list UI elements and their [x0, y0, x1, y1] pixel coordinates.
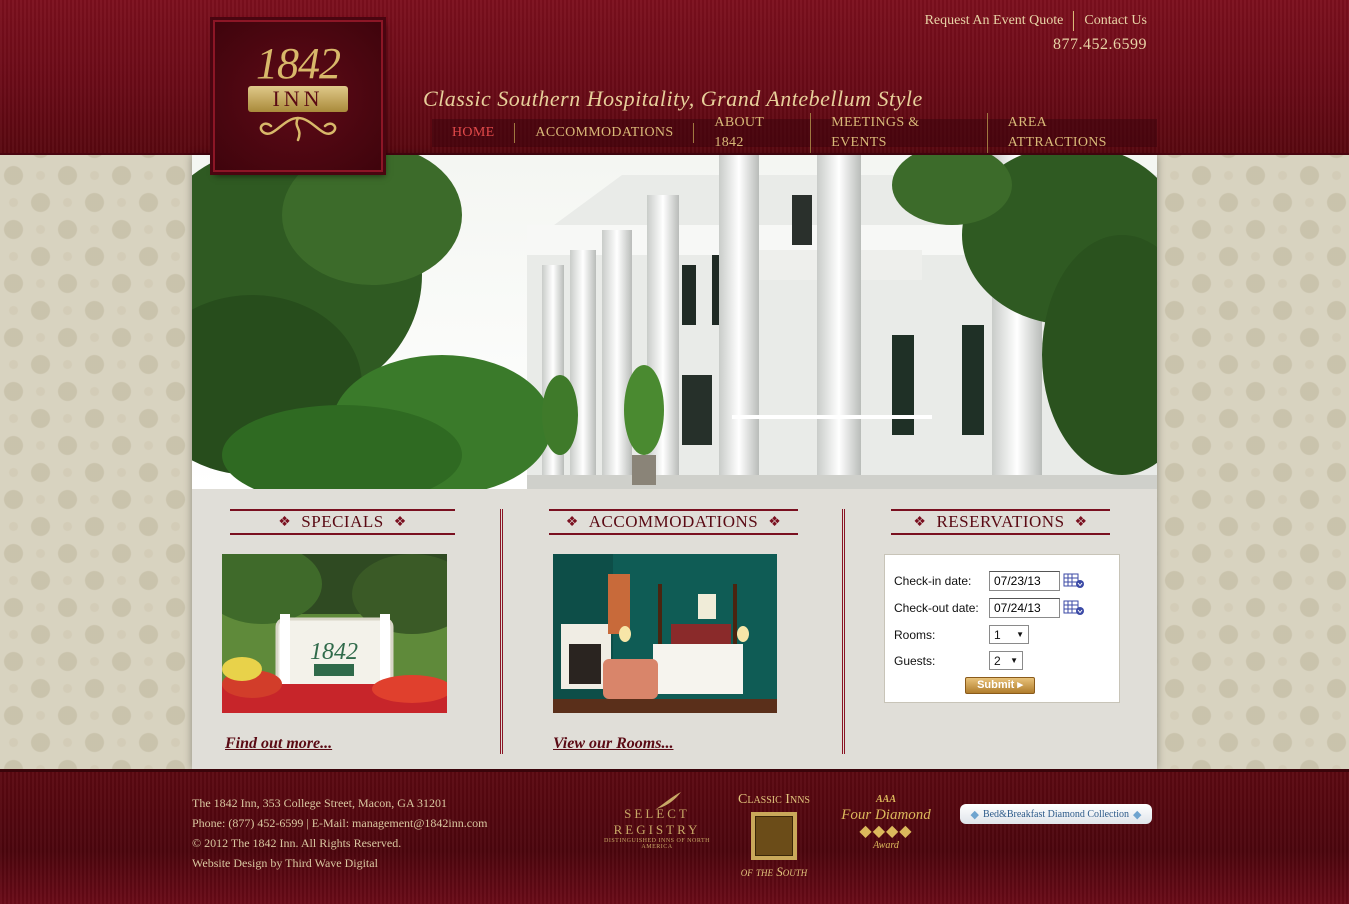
inn-sign-photo: 1842 [222, 554, 447, 713]
hero-image [192, 155, 1157, 489]
nav-home[interactable]: HOME [432, 123, 516, 143]
site-logo[interactable]: 1842 INN [213, 20, 383, 172]
checkout-label: Check-out date: [894, 601, 979, 615]
checkout-row: Check-out date: [894, 598, 1085, 618]
main-nav: HOME ACCOMMODATIONS ABOUT 1842 MEETINGS … [432, 113, 1157, 153]
ornament-icon: ❖ [565, 514, 579, 530]
site-header: Request An Event Quote Contact Us 877.45… [0, 0, 1349, 155]
ornament-icon: ❖ [393, 514, 407, 530]
rooms-row: Rooms: 1 ▼ [894, 625, 1029, 644]
aaa-label: AAA [875, 794, 896, 805]
accommodations-title: ACCOMMODATIONS [588, 512, 759, 531]
footer-credit[interactable]: Website Design by Third Wave Digital [192, 853, 487, 873]
rocking-chair-icon [751, 812, 797, 860]
main-content: ❖ SPECIALS ❖ 1842 Find out more... ❖ ACC… [192, 155, 1157, 769]
contact-us-link[interactable]: Contact Us [1074, 13, 1147, 29]
submit-label: Submit [977, 679, 1015, 691]
specials-photo[interactable]: 1842 [222, 554, 447, 713]
checkout-date-input[interactable] [989, 598, 1060, 618]
logo-name: INN [248, 86, 348, 112]
aaa-four-diamond-badge[interactable]: AAA Four Diamond ◆◆◆◆ Award [836, 794, 936, 851]
checkin-date-input[interactable] [989, 571, 1060, 591]
accommodations-photo[interactable] [553, 554, 777, 713]
column-divider [500, 509, 503, 754]
reservations-title: RESERVATIONS [936, 512, 1065, 531]
guest-room-photo [553, 554, 777, 713]
classic-inns-title: Classic Inns [738, 792, 810, 807]
nav-area-attractions[interactable]: AREA ATTRACTIONS [988, 113, 1157, 153]
ornament-icon: ❖ [1074, 514, 1088, 530]
checkin-label: Check-in date: [894, 574, 972, 588]
tagline: Classic Southern Hospitality, Grand Ante… [423, 86, 923, 111]
bb-diamond-collection-badge[interactable]: ◆ Bed&Breakfast Diamond Collection ◆ [960, 804, 1152, 824]
guests-select[interactable]: 2 ▼ [989, 651, 1023, 670]
ornament-icon: ❖ [913, 514, 927, 530]
submit-button[interactable]: Submit ▸ [965, 677, 1035, 694]
feather-icon [655, 792, 681, 810]
guests-value: 2 [994, 653, 1001, 668]
specials-find-out-more-link[interactable]: Find out more... [225, 735, 332, 753]
specials-title: SPECIALS [301, 512, 384, 531]
rooms-value: 1 [994, 627, 1001, 642]
ornament-icon: ❖ [768, 514, 782, 530]
svg-text:1842: 1842 [310, 639, 358, 665]
logo-swirl-icon [259, 116, 337, 142]
rooms-label: Rooms: [894, 627, 936, 642]
checkin-row: Check-in date: [894, 571, 1085, 591]
footer-info: The 1842 Inn, 353 College Street, Macon,… [192, 793, 487, 873]
accommodations-heading: ❖ ACCOMMODATIONS ❖ [549, 509, 798, 535]
chevron-down-icon: ▼ [1016, 630, 1024, 639]
classic-inns-badge[interactable]: Classic Inns of the South [730, 792, 818, 880]
footer-contact[interactable]: Phone: (877) 452-6599 | E-Mail: manageme… [192, 813, 487, 833]
nav-about[interactable]: ABOUT 1842 [694, 113, 812, 153]
nav-meetings-events[interactable]: MEETINGS & EVENTS [811, 113, 988, 153]
ornament-icon: ❖ [278, 514, 292, 530]
logo-year: 1842 [256, 39, 341, 88]
four-diamond-label: Four Diamond [841, 807, 931, 823]
award-label: Award [873, 840, 899, 851]
request-event-quote-link[interactable]: Request An Event Quote [915, 13, 1074, 29]
calendar-icon[interactable] [1063, 600, 1085, 616]
diamond-icon: ◆ [1133, 808, 1142, 821]
calendar-icon[interactable] [1063, 573, 1085, 589]
site-footer: The 1842 Inn, 353 College Street, Macon,… [0, 769, 1349, 904]
footer-address: The 1842 Inn, 353 College Street, Macon,… [192, 796, 447, 810]
guests-row: Guests: 2 ▼ [894, 651, 1023, 670]
bb-label: Bed&Breakfast Diamond Collection [982, 808, 1130, 820]
classic-inns-subtitle: of the South [740, 864, 808, 879]
reservation-form: Check-in date: Check-out date: [884, 554, 1120, 703]
specials-heading: ❖ SPECIALS ❖ [230, 509, 455, 535]
utility-links: Request An Event Quote Contact Us [915, 11, 1147, 31]
select-registry-badge[interactable]: SELECT REGISTRY DISTINGUISHED INNS OF NO… [601, 790, 713, 850]
chevron-down-icon: ▼ [1010, 656, 1018, 665]
diamond-icons: ◆◆◆◆ [859, 823, 913, 840]
select-registry-subtitle: DISTINGUISHED INNS OF NORTH AMERICA [604, 838, 710, 850]
nav-accommodations[interactable]: ACCOMMODATIONS [515, 123, 695, 143]
inn-facade-photo [192, 155, 1157, 489]
header-phone: 877.452.6599 [1053, 36, 1147, 53]
feature-panels: ❖ SPECIALS ❖ 1842 Find out more... ❖ ACC… [192, 489, 1157, 769]
footer-copyright: © 2012 The 1842 Inn. All Rights Reserved… [192, 836, 402, 850]
rooms-select[interactable]: 1 ▼ [989, 625, 1029, 644]
view-rooms-link[interactable]: View our Rooms... [553, 735, 673, 753]
diamond-icon: ◆ [970, 808, 979, 821]
guests-label: Guests: [894, 653, 936, 668]
reservations-heading: ❖ RESERVATIONS ❖ [891, 509, 1110, 535]
column-divider [842, 509, 845, 754]
